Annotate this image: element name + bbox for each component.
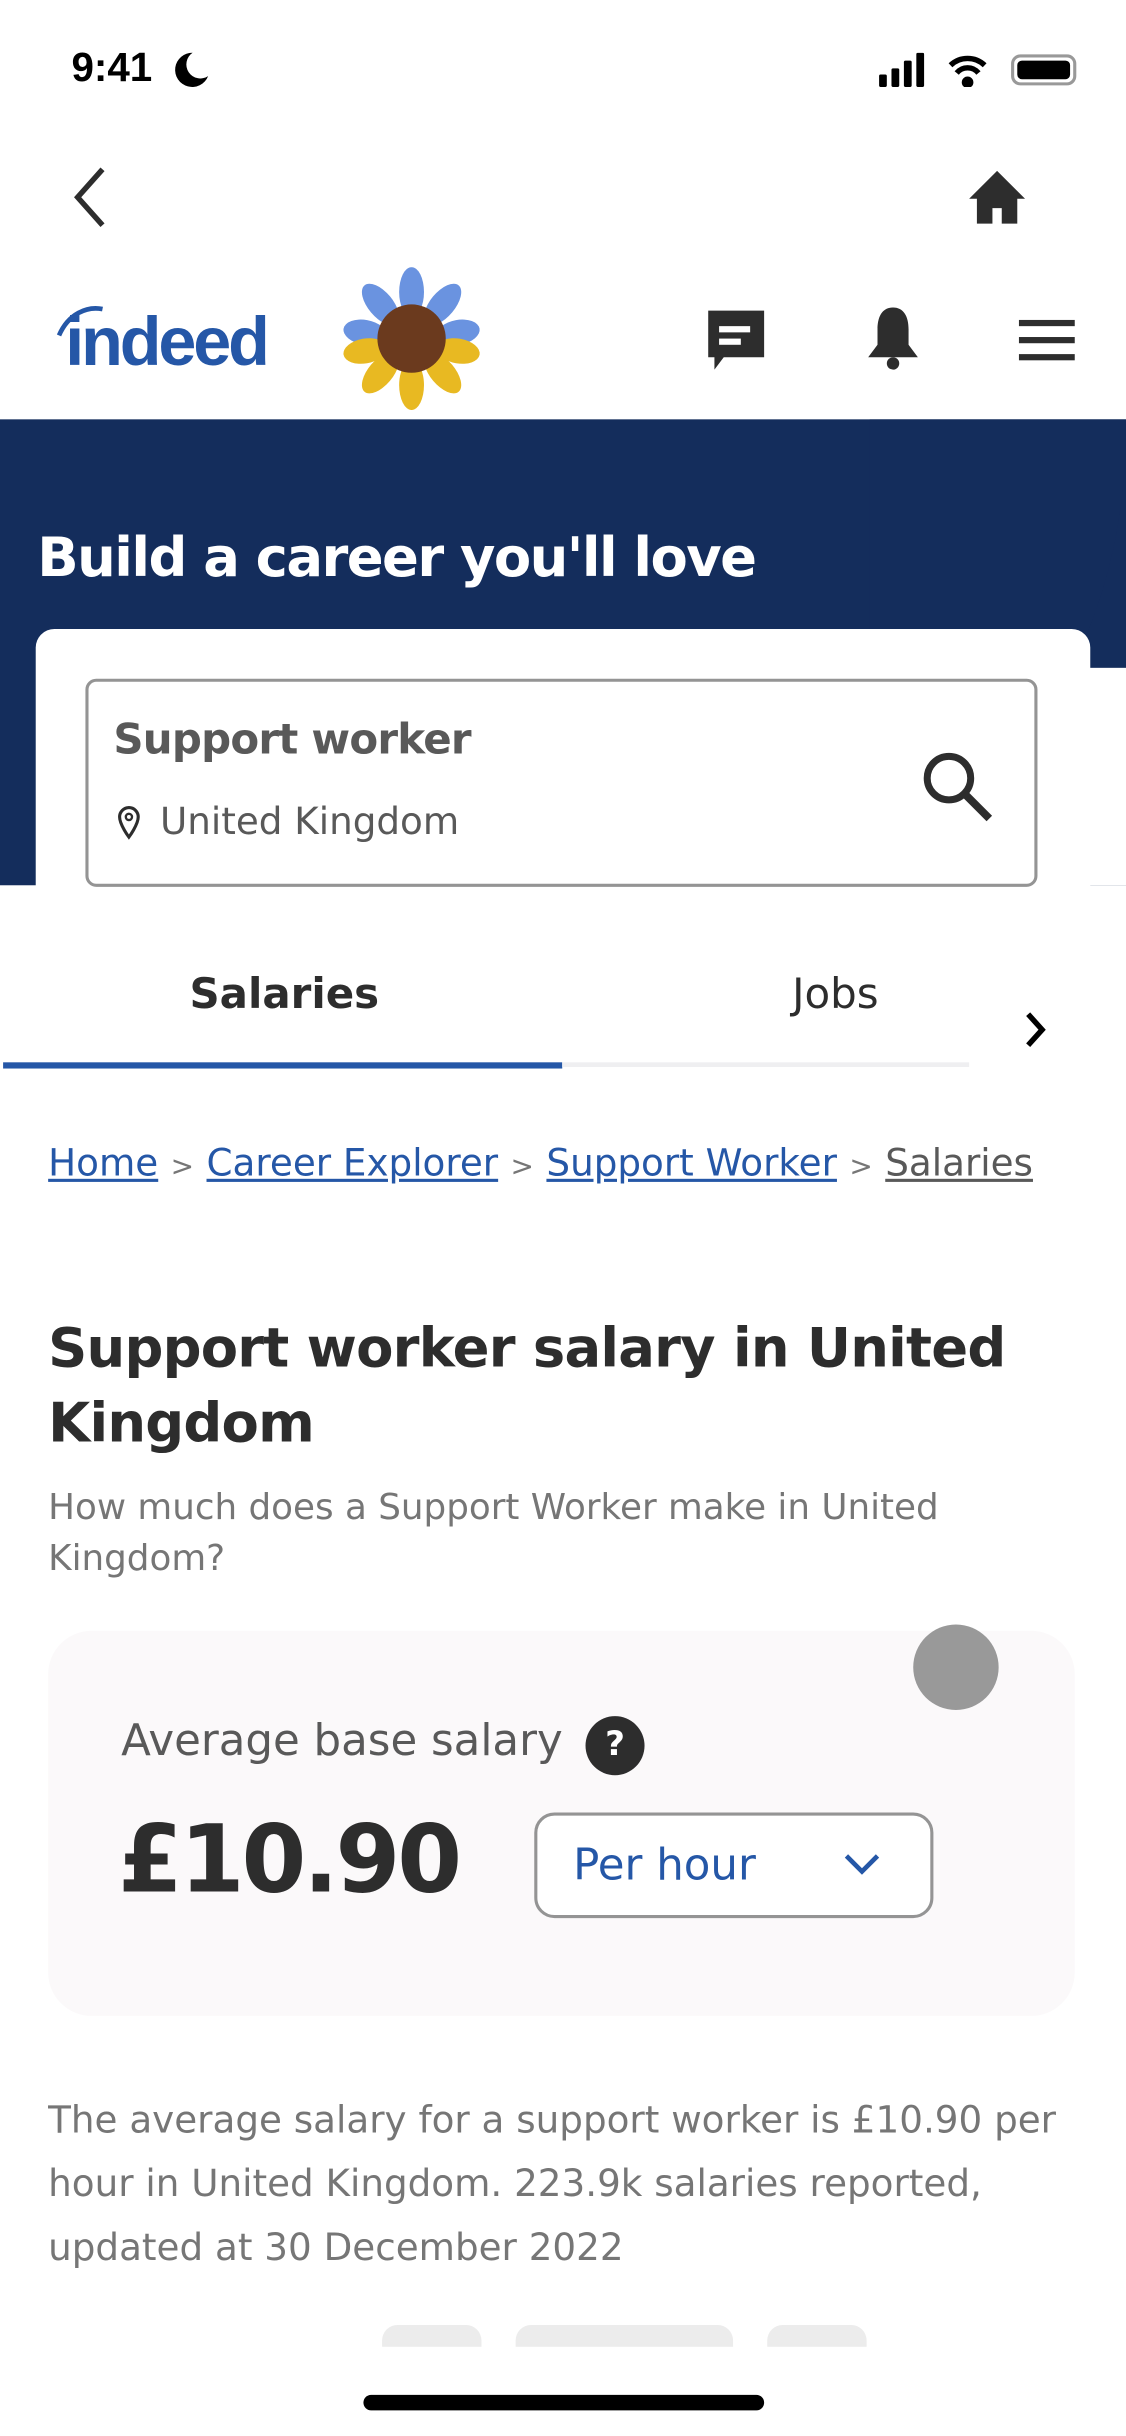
- period-select[interactable]: Per hour: [534, 1812, 934, 1919]
- salary-summary: The average salary for a support worker …: [48, 2098, 1057, 2270]
- status-time: 9:41: [71, 43, 153, 91]
- salary-amount: £10.90: [118, 1806, 462, 1915]
- breadcrumb-separator: >: [170, 1150, 195, 1184]
- chip[interactable]: [382, 2324, 482, 2347]
- breadcrumb-salaries[interactable]: Salaries: [885, 1142, 1033, 1185]
- sunflower-logo: [343, 267, 480, 411]
- status-icons: [879, 52, 1077, 87]
- home-icon[interactable]: [966, 168, 1028, 227]
- location-pin-icon: [118, 806, 140, 840]
- page-title: Support worker salary in United Kingdom: [48, 1318, 1006, 1456]
- menu-icon[interactable]: [1018, 317, 1078, 364]
- search-input[interactable]: Support worker United Kingdom: [85, 678, 1038, 887]
- tab-divider: [562, 1062, 970, 1067]
- search-location[interactable]: United Kingdom: [160, 800, 459, 843]
- chevron-right-icon[interactable]: [1022, 1010, 1050, 1050]
- signal-icon: [879, 52, 925, 87]
- breadcrumb-separator: >: [510, 1150, 534, 1184]
- breadcrumb: Home > Career Explorer > Support Worker > Sala…: [48, 1134, 1042, 1198]
- tab-active-indicator: [3, 1062, 563, 1069]
- indeed-logo[interactable]: indeed: [53, 298, 286, 376]
- moon-icon: [175, 52, 209, 87]
- page-subtitle: How much does a Support Worker make in U…: [48, 1487, 939, 1580]
- hero-title: Build a career you'll love: [37, 528, 757, 591]
- help-icon[interactable]: ?: [585, 1716, 645, 1776]
- home-indicator[interactable]: [363, 2394, 765, 2411]
- breadcrumb-support-worker[interactable]: Support Worker: [546, 1142, 837, 1185]
- tab-salaries[interactable]: Salaries: [189, 971, 379, 1019]
- chevron-down-icon: [844, 1854, 880, 1875]
- period-select-value: Per hour: [573, 1838, 756, 1891]
- breadcrumb-separator: >: [849, 1150, 873, 1184]
- chevron-left-icon[interactable]: [68, 165, 111, 230]
- breadcrumb-home[interactable]: Home: [48, 1142, 158, 1185]
- search-icon[interactable]: [918, 747, 999, 828]
- salary-label: Average base salary: [121, 1714, 563, 1766]
- tab-jobs[interactable]: Jobs: [792, 971, 878, 1019]
- message-icon[interactable]: [705, 308, 767, 373]
- chip[interactable]: [515, 2324, 734, 2347]
- search-query[interactable]: Support worker: [113, 716, 471, 764]
- svg-text:indeed: indeed: [65, 304, 267, 376]
- touch-indicator: [913, 1624, 999, 1710]
- wifi-icon: [948, 55, 987, 87]
- chip[interactable]: [767, 2324, 867, 2347]
- battery-icon: [1011, 54, 1077, 86]
- bell-icon[interactable]: [862, 304, 924, 372]
- breadcrumb-career-explorer[interactable]: Career Explorer: [207, 1142, 499, 1185]
